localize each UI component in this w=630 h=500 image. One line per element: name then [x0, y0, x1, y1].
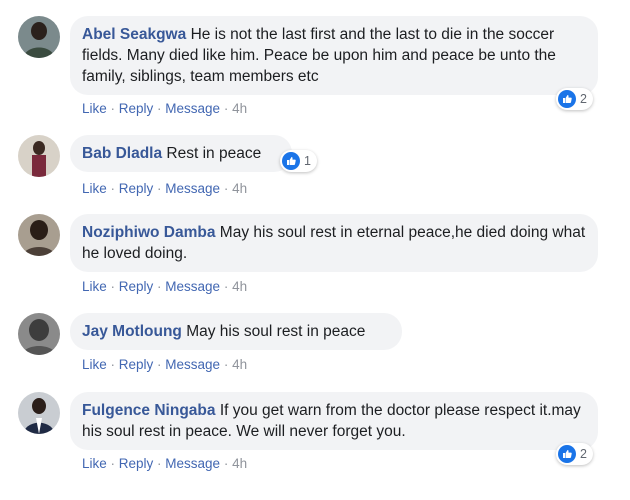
message-link[interactable]: Message	[165, 101, 220, 116]
timestamp[interactable]: 4h	[232, 101, 247, 116]
comment-author[interactable]: Abel Seakgwa	[82, 26, 186, 43]
comment-bubble: Fulgence Ningaba If you get warn from th…	[70, 392, 598, 450]
message-link[interactable]: Message	[165, 357, 220, 372]
reaction-count-value: 1	[304, 154, 311, 168]
avatar-photo	[18, 392, 60, 434]
avatar-photo	[18, 135, 60, 177]
reaction-count-value: 2	[580, 92, 587, 106]
reply-link[interactable]: Reply	[119, 181, 154, 196]
reaction-count[interactable]: 1	[280, 150, 317, 172]
comment-text: Rest in peace	[166, 145, 262, 162]
comment-author[interactable]: Bab Dladla	[82, 145, 162, 162]
comment-bubble: Jay Motloung May his soul rest in peace	[70, 313, 402, 350]
comment-actions: Like · Reply · Message · 4h	[82, 279, 247, 294]
reaction-count[interactable]: 2	[556, 443, 593, 465]
comment-bubble: Abel Seakgwa He is not the last first an…	[70, 16, 598, 95]
comment-text: May his soul rest in peace	[186, 323, 366, 340]
separator: ·	[220, 101, 233, 116]
timestamp[interactable]: 4h	[232, 456, 247, 471]
like-reaction-icon	[558, 90, 576, 108]
avatar[interactable]	[18, 16, 60, 58]
comment-author[interactable]: Fulgence Ningaba	[82, 402, 216, 419]
separator: ·	[106, 181, 119, 196]
separator: ·	[106, 456, 119, 471]
avatar[interactable]	[18, 135, 60, 177]
reply-link[interactable]: Reply	[119, 456, 154, 471]
separator: ·	[106, 279, 119, 294]
timestamp[interactable]: 4h	[232, 357, 247, 372]
message-link[interactable]: Message	[165, 181, 220, 196]
avatar-photo	[18, 313, 60, 355]
separator: ·	[106, 101, 119, 116]
separator: ·	[153, 181, 166, 196]
separator: ·	[220, 456, 233, 471]
message-link[interactable]: Message	[165, 456, 220, 471]
comment-actions: Like · Reply · Message · 4h	[82, 357, 247, 372]
separator: ·	[220, 357, 233, 372]
comment-actions: Like · Reply · Message · 4h	[82, 101, 247, 116]
separator: ·	[106, 357, 119, 372]
separator: ·	[153, 101, 166, 116]
comment-bubble: Bab Dladla Rest in peace	[70, 135, 292, 172]
reaction-count-value: 2	[580, 447, 587, 461]
separator: ·	[220, 181, 233, 196]
reply-link[interactable]: Reply	[119, 357, 154, 372]
reply-link[interactable]: Reply	[119, 101, 154, 116]
like-link[interactable]: Like	[82, 279, 107, 294]
separator: ·	[220, 279, 233, 294]
comment-author[interactable]: Jay Motloung	[82, 323, 182, 340]
timestamp[interactable]: 4h	[232, 181, 247, 196]
avatar[interactable]	[18, 214, 60, 256]
timestamp[interactable]: 4h	[232, 279, 247, 294]
message-link[interactable]: Message	[165, 279, 220, 294]
like-link[interactable]: Like	[82, 101, 107, 116]
comment-bubble: Noziphiwo Damba May his soul rest in ete…	[70, 214, 598, 272]
reply-link[interactable]: Reply	[119, 279, 154, 294]
like-link[interactable]: Like	[82, 181, 107, 196]
avatar[interactable]	[18, 392, 60, 434]
separator: ·	[153, 456, 166, 471]
avatar[interactable]	[18, 313, 60, 355]
separator: ·	[153, 357, 166, 372]
like-reaction-icon	[282, 152, 300, 170]
like-link[interactable]: Like	[82, 357, 107, 372]
comment-actions: Like · Reply · Message · 4h	[82, 456, 247, 471]
comment-actions: Like · Reply · Message · 4h	[82, 181, 247, 196]
like-reaction-icon	[558, 445, 576, 463]
like-link[interactable]: Like	[82, 456, 107, 471]
avatar-photo	[18, 214, 60, 256]
separator: ·	[153, 279, 166, 294]
comment-author[interactable]: Noziphiwo Damba	[82, 224, 215, 241]
reaction-count[interactable]: 2	[556, 88, 593, 110]
avatar-photo	[18, 16, 60, 58]
